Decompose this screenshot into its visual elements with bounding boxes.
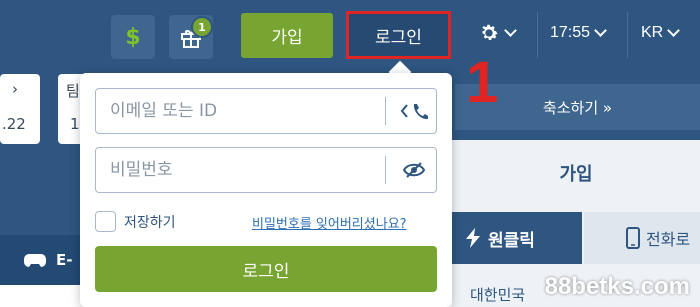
odds-value: 1 bbox=[70, 115, 80, 133]
gamepad-icon bbox=[24, 254, 46, 267]
annotation-number: 1 bbox=[466, 50, 499, 115]
chevron-down-icon bbox=[504, 24, 517, 37]
chevron-down-icon bbox=[594, 24, 607, 37]
header-divider bbox=[627, 12, 628, 58]
language-selector[interactable]: KR bbox=[641, 24, 681, 42]
submit-login-button[interactable]: 로그인 bbox=[95, 246, 437, 292]
tab-label: 원클릭 bbox=[488, 230, 535, 251]
sidebar-block bbox=[0, 155, 80, 235]
remember-checkbox[interactable] bbox=[95, 211, 116, 232]
deposit-button[interactable]: $ bbox=[111, 15, 155, 59]
field-divider bbox=[385, 156, 386, 184]
remember-label: 저장하기 bbox=[124, 214, 176, 231]
chevron-down-icon bbox=[667, 24, 681, 37]
tab-oneclick[interactable]: 원클릭 bbox=[452, 212, 582, 264]
email-input[interactable] bbox=[110, 89, 380, 133]
event-card[interactable] bbox=[0, 74, 40, 144]
tab-phone[interactable]: 전화로 bbox=[584, 212, 700, 264]
lightning-icon bbox=[466, 228, 480, 248]
clock-time: 17:55 bbox=[550, 24, 591, 41]
dollar-icon: $ bbox=[125, 24, 141, 50]
notification-badge: 1 bbox=[191, 16, 213, 38]
sidebar-item-esports[interactable]: E- bbox=[0, 235, 80, 285]
tab-label: 전화로 bbox=[646, 230, 691, 249]
forgot-password-link[interactable]: 비밀번호를 잊어버리셨나요? bbox=[252, 213, 407, 232]
chevron-right-icon: › bbox=[12, 80, 18, 98]
login-button[interactable]: 로그인 bbox=[346, 11, 451, 59]
eye-slash-icon bbox=[403, 162, 425, 178]
phone-switch-button[interactable] bbox=[393, 89, 435, 133]
password-field[interactable] bbox=[95, 147, 437, 193]
remember-me[interactable]: 저장하기 bbox=[95, 211, 176, 232]
email-field[interactable] bbox=[95, 88, 437, 134]
password-input[interactable] bbox=[110, 148, 380, 192]
phone-icon bbox=[400, 104, 428, 120]
mobile-phone-icon bbox=[626, 227, 640, 249]
team-label: 팀 bbox=[66, 82, 80, 100]
country-select[interactable]: 대한민국 bbox=[470, 284, 525, 305]
panel-title: 가입 bbox=[559, 164, 593, 185]
gear-icon bbox=[482, 24, 498, 40]
time-menu[interactable]: 17:55 bbox=[550, 24, 607, 42]
sidebar-item-label: E- bbox=[56, 251, 73, 269]
header-divider bbox=[537, 12, 538, 58]
signup-button[interactable]: 가입 bbox=[241, 13, 333, 58]
toggle-password-visibility[interactable] bbox=[393, 148, 435, 192]
field-divider bbox=[385, 97, 386, 125]
odds-value: .22 bbox=[2, 115, 26, 133]
settings-menu[interactable] bbox=[478, 22, 517, 44]
language-code: KR bbox=[641, 24, 664, 41]
watermark: 88betks.com bbox=[544, 273, 690, 300]
